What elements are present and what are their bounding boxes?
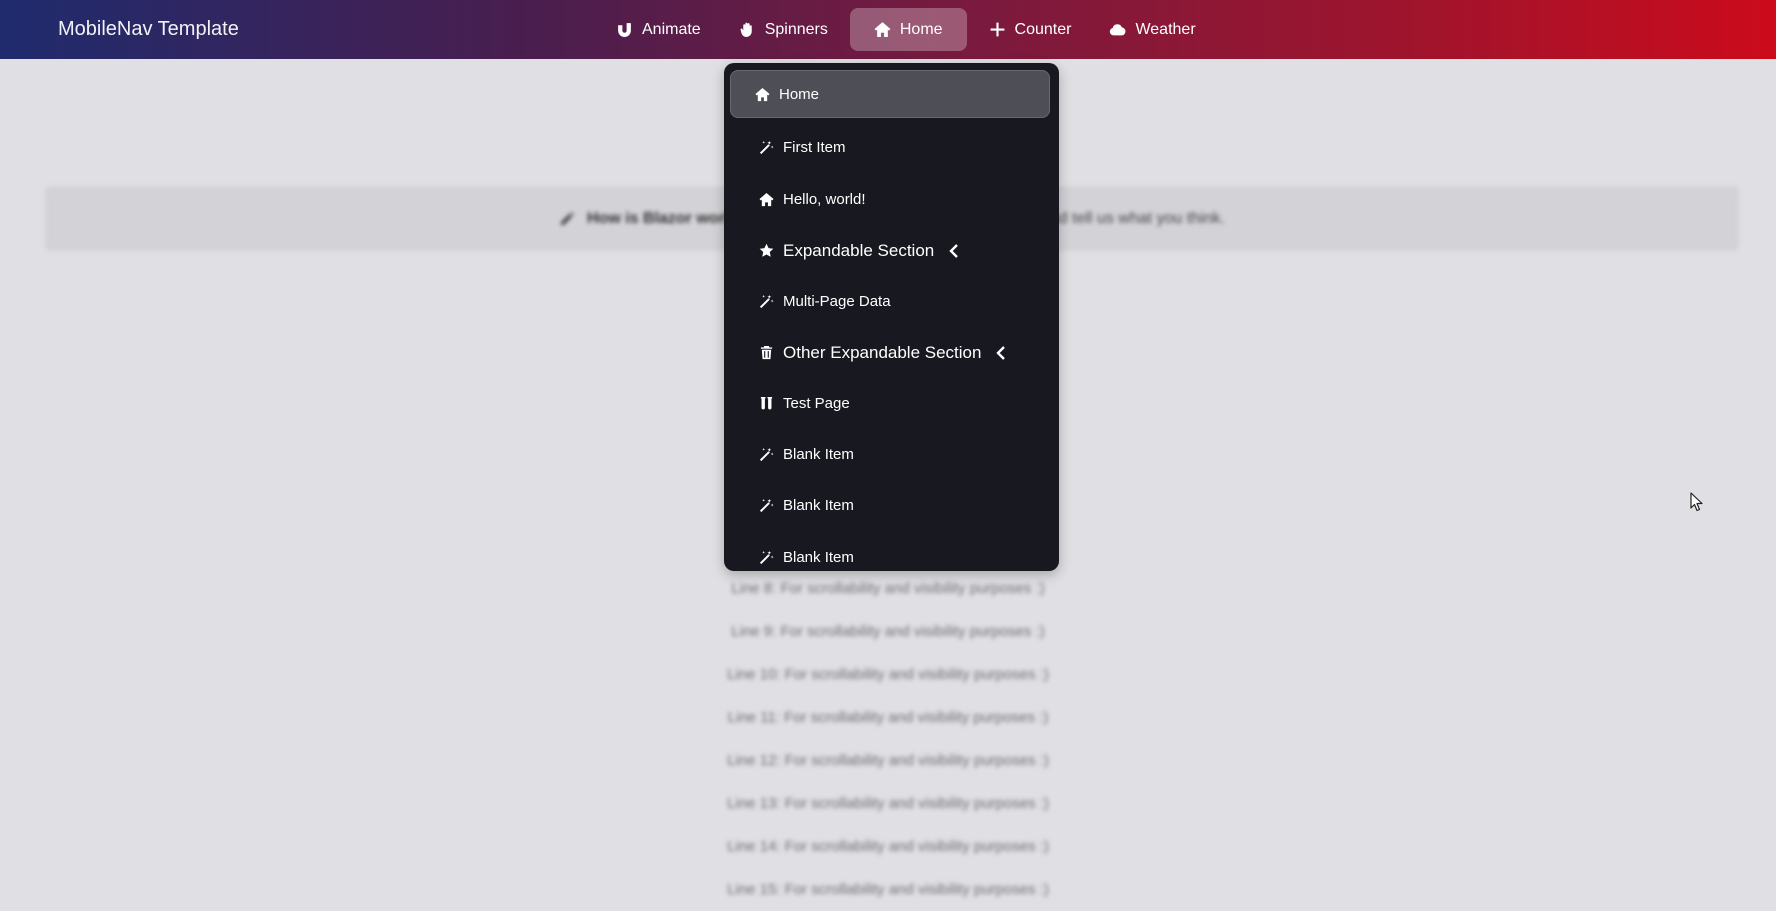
plus-icon — [990, 22, 1004, 37]
nav-item-weather[interactable]: Weather — [1093, 8, 1211, 51]
pencil-icon — [561, 211, 574, 225]
magic-wand-icon — [759, 447, 774, 462]
content-line: Line 13: For scrollability and visibilit… — [727, 795, 1049, 812]
nav-item-label: Counter — [1014, 20, 1072, 38]
test-tubes-icon — [760, 396, 773, 410]
dropdown-item-home[interactable]: Home — [730, 70, 1050, 118]
dropdown-item-label: Blank Item — [783, 446, 854, 463]
nav-item-animate[interactable]: Animate — [600, 8, 717, 51]
dropdown-item-label: Test Page — [783, 395, 850, 412]
cloud-icon — [1110, 24, 1126, 36]
home-icon — [755, 87, 770, 101]
star-icon — [759, 243, 774, 257]
brand-title[interactable]: MobileNav Template — [58, 0, 239, 59]
chevron-left-icon[interactable] — [995, 345, 1007, 361]
dropdown-item-hello-world[interactable]: Hello, world! — [724, 174, 1059, 225]
content-line: Line 10: For scrollability and visibilit… — [727, 666, 1049, 683]
hand-icon — [740, 22, 752, 37]
dropdown-item-blank-item[interactable]: Blank Item — [724, 480, 1059, 531]
dropdown-item-label: First Item — [783, 139, 846, 156]
dropdown-item-label: Expandable Section — [783, 240, 935, 260]
nav-item-spinners[interactable]: Spinners — [723, 8, 844, 51]
dropdown-item-label: Multi-Page Data — [783, 293, 891, 310]
dropdown-item-blank-item[interactable]: Blank Item — [724, 532, 1059, 571]
dropdown-item-multi-page-data[interactable]: Multi-Page Data — [724, 276, 1059, 327]
magnet-icon — [618, 23, 631, 37]
nav-item-label: Animate — [642, 20, 701, 38]
dropdown-item-label: Blank Item — [783, 549, 854, 566]
dropdown-item-label: Blank Item — [783, 497, 854, 514]
nav-item-label: Home — [899, 20, 943, 38]
content-line: Line 8: For scrollability and visibility… — [731, 580, 1045, 597]
mouse-cursor-icon — [1690, 492, 1703, 512]
top-navbar: MobileNav Template Animate Spinners Home… — [0, 0, 1776, 59]
nav-links: Animate Spinners Home Counter Weather — [600, 8, 1218, 51]
dropdown-item-test-page[interactable]: Test Page — [724, 378, 1059, 429]
content-line: Line 15: For scrollability and visibilit… — [727, 881, 1049, 898]
dropdown-item-blank-item[interactable]: Blank Item — [724, 429, 1059, 480]
magic-wand-icon — [759, 550, 774, 565]
dropdown-item-expandable-section[interactable]: Expandable Section — [724, 225, 1059, 276]
content-line: Line 11: For scrollability and visibilit… — [727, 709, 1049, 726]
dropdown-item-other-expandable-section[interactable]: Other Expandable Section — [724, 327, 1059, 378]
nav-item-home[interactable]: Home — [849, 8, 967, 51]
nav-item-label: Weather — [1135, 20, 1196, 38]
magic-wand-icon — [759, 498, 774, 513]
nav-item-label: Spinners — [764, 20, 828, 38]
chevron-left-icon[interactable] — [948, 243, 960, 259]
magic-wand-icon — [759, 140, 774, 155]
dropdown-item-first-item[interactable]: First Item — [724, 122, 1059, 173]
magic-wand-icon — [759, 294, 774, 309]
home-dropdown-menu: Home First Item Hello, world! Expandable… — [724, 63, 1059, 571]
content-line: Line 12: For scrollability and visibilit… — [727, 752, 1049, 769]
content-line: Line 14: For scrollability and visibilit… — [727, 838, 1049, 855]
content-line: Line 9: For scrollability and visibility… — [731, 623, 1045, 640]
dropdown-item-label: Hello, world! — [783, 191, 866, 208]
dropdown-item-label: Other Expandable Section — [783, 342, 982, 362]
home-icon — [874, 22, 891, 37]
nav-item-counter[interactable]: Counter — [973, 8, 1088, 51]
trash-icon — [760, 345, 773, 360]
dropdown-item-label: Home — [779, 85, 820, 103]
home-icon — [759, 192, 774, 207]
